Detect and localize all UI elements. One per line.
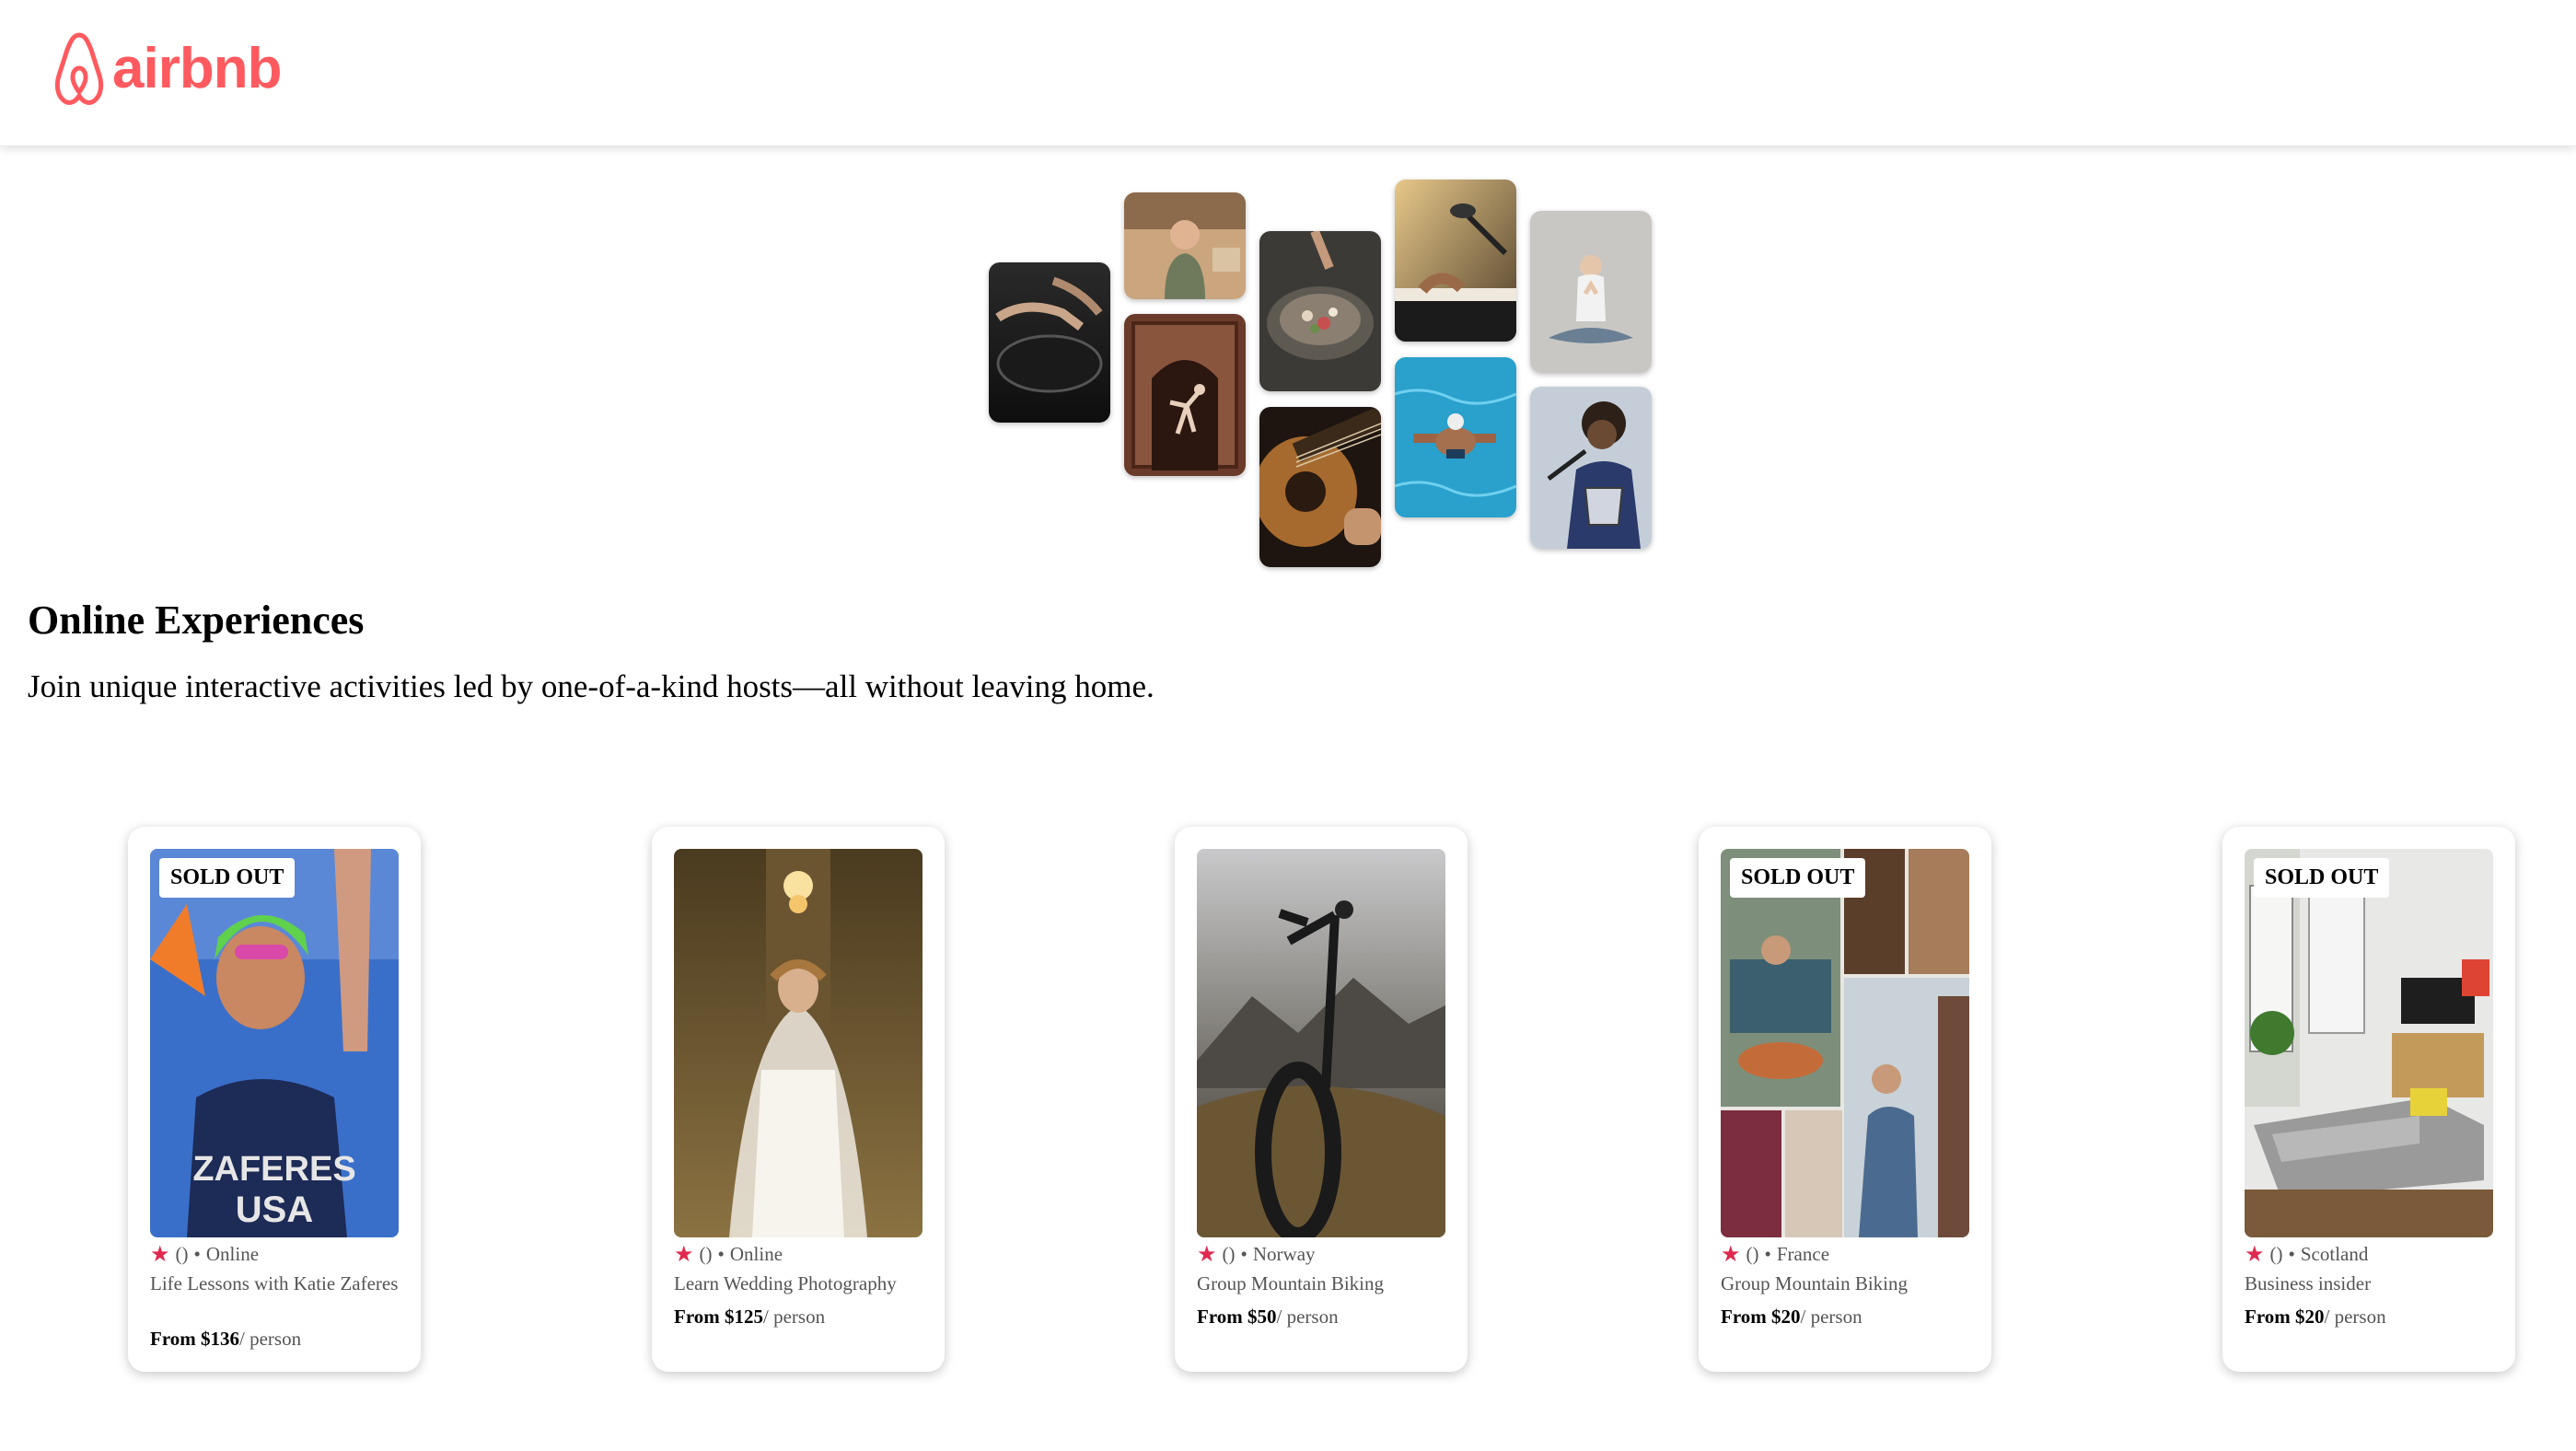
experience-card[interactable]: ZAFERES USA SOLD OUT ★ () • Online Life … xyxy=(128,827,421,1372)
woman-cooking-photo xyxy=(1124,192,1246,299)
card-title: Life Lessons with Katie Zaferes xyxy=(150,1272,399,1294)
card-stats: ★ () • Scotland xyxy=(2245,1243,2368,1266)
svg-text:USA: USA xyxy=(236,1190,313,1230)
page-subtitle: Join unique interactive activities led b… xyxy=(28,668,1155,704)
card-image xyxy=(1197,849,1445,1237)
card-stats: ★ () • Online xyxy=(150,1243,259,1266)
price-amount: From $125 xyxy=(674,1306,764,1328)
card-title: Business insider xyxy=(2245,1272,2372,1294)
card-location: Online xyxy=(205,1243,260,1265)
navbar: airbnb xyxy=(0,0,2576,146)
page-title: Online Experiences xyxy=(28,598,365,643)
card-price: From $20/ person xyxy=(2245,1306,2386,1329)
card-price: From $20/ person xyxy=(1721,1306,1862,1329)
price-amount: From $20 xyxy=(2245,1306,2325,1328)
separator-dot: • xyxy=(717,1243,725,1265)
microphone-piano-photo xyxy=(1395,180,1516,342)
card-price: From $125/ person xyxy=(674,1306,825,1329)
card-location: France xyxy=(1776,1243,1830,1265)
star-icon: ★ xyxy=(2245,1242,2265,1267)
card-rating: () xyxy=(1746,1243,1759,1265)
card-stats: ★ () • Online xyxy=(674,1243,783,1266)
card-price: From $50/ person xyxy=(1197,1306,1339,1329)
guitar-photo xyxy=(1259,407,1381,567)
price-unit: / person xyxy=(1276,1306,1339,1328)
price-unit: / person xyxy=(2324,1306,2386,1328)
card-title: Learn Wedding Photography xyxy=(674,1272,897,1294)
airbnb-belo-icon xyxy=(54,32,104,105)
sold-out-badge: SOLD OUT xyxy=(2254,858,2390,898)
card-image: SOLD OUT xyxy=(2245,849,2493,1237)
price-amount: From $50 xyxy=(1197,1306,1277,1328)
star-icon: ★ xyxy=(1721,1242,1741,1267)
airbnb-logo[interactable]: airbnb xyxy=(53,28,282,116)
card-location: Norway xyxy=(1252,1243,1316,1265)
card-image: ZAFERES USA SOLD OUT xyxy=(150,849,399,1237)
separator-dot: • xyxy=(1764,1243,1771,1265)
experience-card[interactable]: SOLD OUT ★ () • France Group Mountain Bi… xyxy=(1699,827,1991,1372)
dancer-doorway-photo xyxy=(1124,314,1246,476)
singer-photo xyxy=(1530,387,1652,549)
yoga-woman-photo xyxy=(1530,211,1652,373)
cooking-pan-photo xyxy=(989,262,1110,423)
experience-card[interactable]: SOLD OUT ★ () • Scotland Business inside… xyxy=(2222,827,2515,1372)
card-rating: () xyxy=(699,1243,713,1265)
price-unit: / person xyxy=(239,1328,302,1350)
card-rating: () xyxy=(175,1243,189,1265)
price-unit: / person xyxy=(1800,1306,1862,1328)
card-title: Group Mountain Biking xyxy=(1721,1272,1908,1294)
card-location: Scotland xyxy=(2300,1243,2369,1265)
separator-dot: • xyxy=(1240,1243,1247,1265)
card-image xyxy=(674,849,922,1237)
card-stats: ★ () • France xyxy=(1721,1243,1829,1266)
hero-collage xyxy=(0,145,2576,578)
card-rating: () xyxy=(1222,1243,1236,1265)
food-bowl-photo xyxy=(1259,231,1381,391)
separator-dot: • xyxy=(193,1243,201,1265)
sold-out-badge: SOLD OUT xyxy=(1730,858,1866,898)
price-unit: / person xyxy=(763,1306,826,1328)
star-icon: ★ xyxy=(150,1242,170,1267)
price-amount: From $20 xyxy=(1721,1306,1801,1328)
experience-card[interactable]: ★ () • Online Learn Wedding Photography … xyxy=(652,827,945,1372)
swimmer-pool-photo xyxy=(1395,357,1516,517)
card-title: Group Mountain Biking xyxy=(1197,1272,1384,1294)
logo-text: airbnb xyxy=(112,36,282,100)
experience-card[interactable]: ★ () • Norway Group Mountain Biking From… xyxy=(1175,827,1468,1372)
card-stats: ★ () • Norway xyxy=(1197,1243,1316,1266)
star-icon: ★ xyxy=(1197,1242,1217,1267)
svg-text:ZAFERES: ZAFERES xyxy=(192,1150,355,1189)
separator-dot: • xyxy=(2288,1243,2295,1265)
card-image: SOLD OUT xyxy=(1721,849,1969,1237)
card-location: Online xyxy=(729,1243,783,1265)
star-icon: ★ xyxy=(674,1242,694,1267)
card-price: From $136/ person xyxy=(150,1328,301,1351)
price-amount: From $136 xyxy=(150,1328,240,1350)
sold-out-badge: SOLD OUT xyxy=(159,858,296,898)
card-rating: () xyxy=(2269,1243,2283,1265)
